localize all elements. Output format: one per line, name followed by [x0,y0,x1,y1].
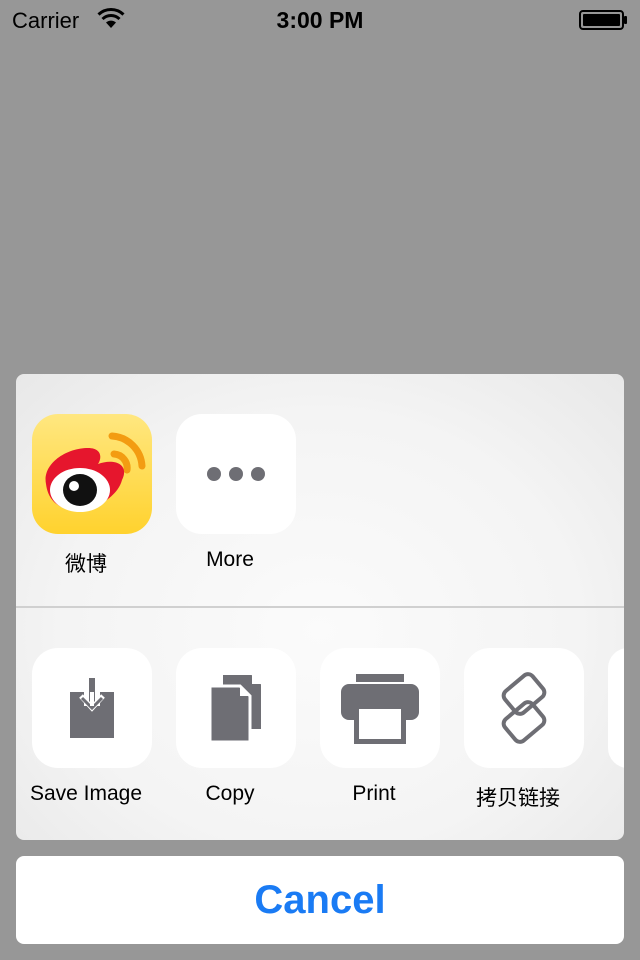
copy-icon [208,673,263,744]
more-app-tile[interactable] [176,414,296,534]
cancel-button[interactable]: Cancel [16,856,624,944]
more-dots-icon [207,467,265,481]
print-tile[interactable] [320,648,440,768]
share-sheet: 微博 More Save Image Copy Print 拷贝链接 [16,374,624,840]
action-label: 拷贝链接 [476,787,560,810]
share-app-weibo[interactable]: 微博 [16,414,156,578]
share-app-more[interactable]: More [160,414,300,572]
copy-link-tile[interactable] [464,648,584,768]
share-app-label: More [206,548,254,571]
action-print[interactable]: Print [304,648,444,806]
next-action-tile-partial[interactable] [608,648,624,768]
save-image-icon [70,678,114,738]
action-label: Copy [205,782,255,805]
save-image-tile[interactable] [32,648,152,768]
print-icon [341,674,419,744]
battery-icon [579,10,627,30]
action-save-image[interactable]: Save Image [16,648,156,806]
status-time: 3:00 PM [276,7,364,33]
link-icon [501,672,547,744]
action-copy[interactable]: Copy [160,648,300,806]
copy-tile[interactable] [176,648,296,768]
action-copy-link[interactable]: 拷贝链接 [448,648,588,812]
action-label: Save Image [29,782,143,805]
action-label: Print [352,782,396,805]
weibo-icon [45,432,146,512]
weibo-app-tile[interactable] [32,414,152,534]
share-app-label: 微博 [65,553,107,576]
status-bar: Carrier 3:00 PM [0,0,640,40]
sheet-divider [16,606,624,608]
